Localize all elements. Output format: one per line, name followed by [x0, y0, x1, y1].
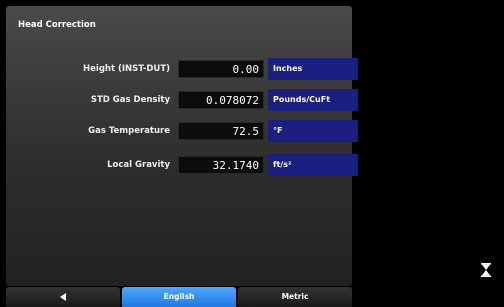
gas-density-label: STD Gas Density — [90, 95, 170, 105]
gas-temperature-label: Gas Temperature — [88, 126, 170, 136]
row-local-gravity: Local Gravity 32.1740 ft/s² — [6, 154, 358, 176]
bottom-bar: English Metric — [6, 287, 352, 307]
height-label: Height (INST-DUT) — [83, 64, 170, 74]
hourglass-icon[interactable] — [481, 263, 491, 277]
local-gravity-label: Local Gravity — [107, 160, 170, 170]
panel-title: Head Correction — [18, 20, 96, 30]
row-gas-density: STD Gas Density 0.078072 Pounds/CuFt — [6, 89, 358, 111]
back-button[interactable] — [6, 287, 120, 307]
english-button[interactable]: English — [122, 287, 236, 307]
gas-density-value-field[interactable]: 0.078072 — [178, 91, 264, 109]
gas-density-unit-button[interactable]: Pounds/CuFt — [268, 89, 358, 111]
head-correction-panel: Head Correction Height (INST-DUT) 0.00 I… — [6, 6, 358, 286]
metric-button[interactable]: Metric — [238, 287, 352, 307]
arrow-left-icon — [60, 293, 66, 301]
height-value-field[interactable]: 0.00 — [178, 60, 264, 78]
height-unit-button[interactable]: Inches — [268, 58, 358, 80]
gas-temperature-unit-button[interactable]: °F — [268, 120, 358, 142]
gas-temperature-value-field[interactable]: 72.5 — [178, 122, 264, 140]
row-height: Height (INST-DUT) 0.00 Inches — [6, 58, 358, 80]
local-gravity-value-field[interactable]: 32.1740 — [178, 156, 264, 174]
row-gas-temperature: Gas Temperature 72.5 °F — [6, 120, 358, 142]
local-gravity-unit-button[interactable]: ft/s² — [268, 154, 358, 176]
